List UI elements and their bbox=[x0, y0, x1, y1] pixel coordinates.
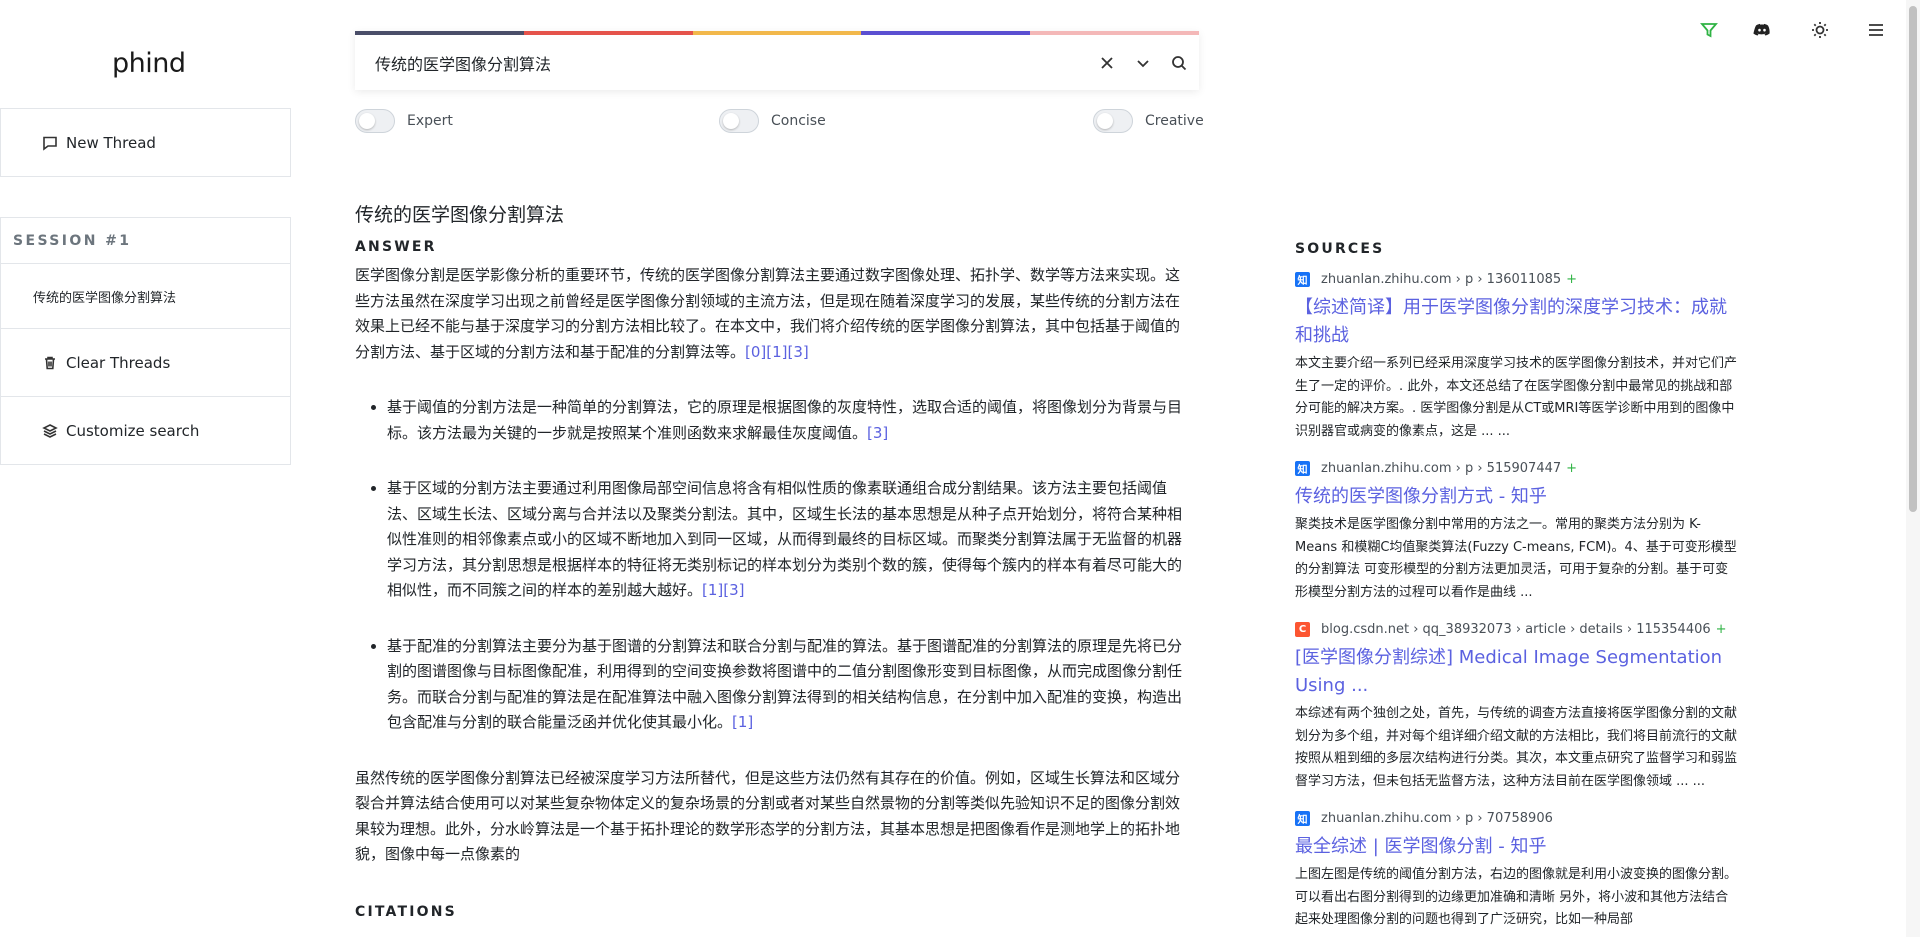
list-item: 基于配准的分割算法主要分为基于图谱的分割算法和联合分割与配准的算法。基于图谱配准… bbox=[387, 634, 1187, 736]
search-input[interactable] bbox=[375, 53, 1097, 72]
source-item: 知 zhuanlan.zhihu.com › p › 136011085 + 【… bbox=[1295, 269, 1740, 443]
creative-toggle[interactable] bbox=[1093, 109, 1133, 133]
source-snippet: 本文主要介绍一系列已经采用深度学习技术的医学图像分割技术，并对它们产生了一定的评… bbox=[1295, 356, 1738, 439]
layers-icon bbox=[42, 423, 58, 438]
concise-label: Concise bbox=[771, 113, 826, 129]
page-scrollbar[interactable] bbox=[1906, 0, 1920, 937]
new-thread-button[interactable]: New Thread bbox=[1, 109, 290, 176]
search-box bbox=[355, 31, 1199, 90]
clear-threads-button[interactable]: Clear Threads bbox=[1, 329, 290, 396]
answer-outro: 虽然传统的医学图像分割算法已经被深度学习方法所替代，但是这些方法仍然有其存在的价… bbox=[355, 768, 1181, 864]
citation-link[interactable]: [3] bbox=[867, 424, 888, 442]
source-title-link[interactable]: 最全综述 | 医学图像分割 - 知乎 bbox=[1295, 833, 1740, 861]
expert-toggle-row: Expert bbox=[355, 109, 453, 133]
concise-toggle-row: Concise bbox=[719, 109, 826, 133]
expand-plus-icon[interactable]: + bbox=[1566, 272, 1577, 287]
discord-icon[interactable] bbox=[1751, 19, 1773, 41]
menu-icon[interactable] bbox=[1865, 19, 1887, 41]
chat-bubble-icon bbox=[43, 136, 57, 151]
source-snippet: 本综述有两个独创之处，首先，与传统的调查方法直接将医学图像分割的文献划分为多个组… bbox=[1295, 706, 1738, 789]
customize-search-button[interactable]: Customize search bbox=[1, 397, 290, 464]
session-label: SESSION #1 bbox=[13, 232, 132, 249]
expand-plus-icon[interactable]: + bbox=[1716, 622, 1727, 637]
source-meta: 知 zhuanlan.zhihu.com › p › 70758906 bbox=[1295, 808, 1740, 828]
search-color-bar bbox=[355, 31, 1199, 35]
answer-bullet-list: 基于阈值的分割方法是一种简单的分割算法，它的原理是根据图像的灰度特性，选取合适的… bbox=[387, 395, 1187, 736]
new-thread-label: New Thread bbox=[66, 133, 156, 152]
sun-icon[interactable] bbox=[1809, 19, 1831, 41]
sources-panel: SOURCES 知 zhuanlan.zhihu.com › p › 13601… bbox=[1295, 241, 1740, 937]
answer-panel: 传统的医学图像分割算法 ANSWER 医学图像分割是医学影像分析的重要环节，传统… bbox=[355, 200, 1187, 928]
creative-toggle-row: Creative bbox=[1093, 109, 1204, 133]
source-item: 知 zhuanlan.zhihu.com › p › 70758906 最全综述… bbox=[1295, 808, 1740, 932]
zhihu-favicon-icon: 知 bbox=[1295, 271, 1310, 287]
source-item: 知 zhuanlan.zhihu.com › p › 515907447 + 传… bbox=[1295, 458, 1740, 604]
source-title-link[interactable]: 【综述简译】用于医学图像分割的深度学习技术：成就和挑战 bbox=[1295, 294, 1740, 350]
chevron-down-icon[interactable] bbox=[1133, 53, 1153, 73]
citation-link[interactable]: [1][3] bbox=[702, 581, 745, 599]
color-segment bbox=[355, 31, 524, 35]
filter-icon[interactable] bbox=[1698, 19, 1720, 41]
bullet-text: 基于配准的分割算法主要分为基于图谱的分割算法和联合分割与配准的算法。基于图谱配准… bbox=[387, 636, 1183, 732]
thread-list: 传统的医学图像分割算法 bbox=[0, 263, 291, 329]
phind-logo[interactable]: phind bbox=[112, 48, 186, 79]
expand-plus-icon[interactable]: + bbox=[1566, 461, 1577, 476]
trash-icon bbox=[45, 356, 55, 369]
source-meta: 知 zhuanlan.zhihu.com › p › 136011085 + bbox=[1295, 269, 1740, 289]
source-meta: C blog.csdn.net › qq_38932073 › article … bbox=[1295, 619, 1740, 639]
citation-link[interactable]: [1] bbox=[732, 713, 753, 731]
sources-label: SOURCES bbox=[1295, 241, 1385, 257]
color-segment bbox=[861, 31, 1031, 35]
source-url: zhuanlan.zhihu.com › p › 136011085 bbox=[1321, 271, 1562, 287]
session-header: SESSION #1 bbox=[0, 217, 291, 264]
clear-threads-card: Clear Threads bbox=[0, 328, 291, 397]
csdn-favicon-icon: C bbox=[1295, 621, 1310, 637]
answer-label: ANSWER bbox=[355, 239, 437, 255]
concise-toggle[interactable] bbox=[719, 109, 759, 133]
zhihu-favicon-icon: 知 bbox=[1295, 810, 1310, 826]
color-segment bbox=[692, 31, 862, 35]
list-item: 基于阈值的分割方法是一种简单的分割算法，它的原理是根据图像的灰度特性，选取合适的… bbox=[387, 395, 1187, 446]
source-title-link[interactable]: 传统的医学图像分割方式 - 知乎 bbox=[1295, 483, 1740, 511]
color-segment bbox=[1030, 31, 1199, 35]
source-item: C blog.csdn.net › qq_38932073 › article … bbox=[1295, 619, 1740, 793]
bullet-text: 基于阈值的分割方法是一种简单的分割算法，它的原理是根据图像的灰度特性，选取合适的… bbox=[387, 398, 1183, 442]
list-item: 基于区域的分割方法主要通过利用图像局部空间信息将含有相似性质的像素联通组合成分割… bbox=[387, 476, 1187, 604]
citations-label: CITATIONS bbox=[355, 903, 457, 920]
source-title-link[interactable]: [医学图像分割综述] Medical Image Segmentation Us… bbox=[1295, 644, 1740, 700]
bullet-text: 基于区域的分割方法主要通过利用图像局部空间信息将含有相似性质的像素联通组合成分割… bbox=[387, 479, 1183, 599]
new-thread-card: New Thread bbox=[0, 108, 291, 177]
search-icon[interactable] bbox=[1169, 53, 1189, 73]
customize-search-label: Customize search bbox=[66, 421, 200, 440]
query-title: 传统的医学图像分割算法 bbox=[355, 204, 565, 226]
clear-threads-label: Clear Threads bbox=[66, 353, 171, 372]
customize-search-card: Customize search bbox=[0, 396, 291, 465]
source-snippet: 聚类技术是医学图像分割中常用的方法之一。常用的聚类方法分别为 K-Means 和… bbox=[1295, 517, 1737, 600]
scrollbar-thumb[interactable] bbox=[1909, 6, 1917, 512]
thread-item[interactable]: 传统的医学图像分割算法 bbox=[1, 264, 290, 328]
creative-label: Creative bbox=[1145, 113, 1204, 129]
expert-label: Expert bbox=[407, 113, 453, 129]
source-meta: 知 zhuanlan.zhihu.com › p › 515907447 + bbox=[1295, 458, 1740, 478]
source-url: blog.csdn.net › qq_38932073 › article › … bbox=[1321, 621, 1711, 637]
answer-intro: 医学图像分割是医学影像分析的重要环节，传统的医学图像分割算法主要通过数字图像处理… bbox=[355, 263, 1187, 365]
color-segment bbox=[523, 31, 693, 35]
expert-toggle[interactable] bbox=[355, 109, 395, 133]
source-url: zhuanlan.zhihu.com › p › 515907447 bbox=[1321, 460, 1562, 476]
source-url: zhuanlan.zhihu.com › p › 70758906 bbox=[1321, 810, 1553, 826]
citation-link[interactable]: [0][1][3] bbox=[745, 343, 809, 361]
zhihu-favicon-icon: 知 bbox=[1295, 460, 1310, 476]
source-snippet: 上图左图是传统的阈值分割方法，右边的图像就是利用小波变换的图像分割。可以看出右图… bbox=[1295, 867, 1738, 927]
clear-icon[interactable] bbox=[1097, 53, 1117, 73]
